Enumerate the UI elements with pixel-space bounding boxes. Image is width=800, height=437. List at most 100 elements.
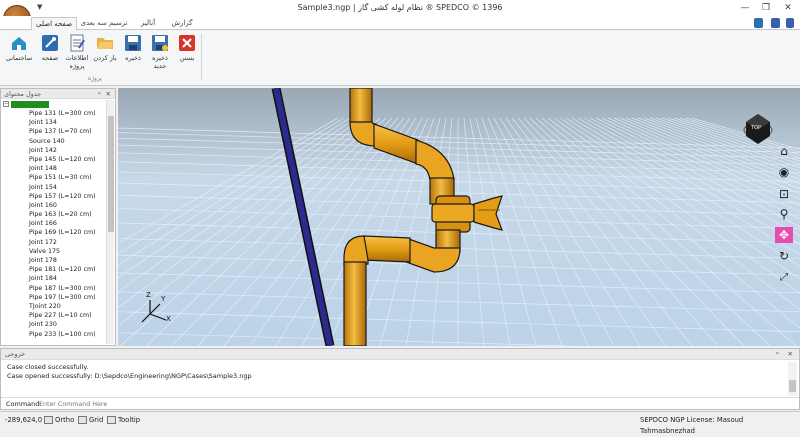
zoom-button[interactable]: ⚲	[775, 206, 793, 222]
tree-node[interactable]: Pipe 169 (L=120 cm)	[3, 228, 103, 237]
tree-panel-title: جدول محتوای	[4, 90, 42, 98]
output-line: Case opened successfully: D:\Sepdco\Engi…	[7, 372, 252, 380]
tab-analysis[interactable]: آنالیز	[131, 17, 165, 30]
collapse-icon[interactable]: −	[3, 101, 9, 107]
command-row: Command:	[1, 397, 799, 409]
3d-scene	[118, 88, 800, 346]
fit-extents-icon: ⤢	[780, 272, 788, 283]
home-icon: ⌂	[780, 144, 788, 158]
camera-button[interactable]: ◉	[775, 164, 793, 180]
output-panel: خروجی ᵖ ✕ Case closed successfully. Case…	[0, 348, 800, 410]
page-settings-icon	[41, 34, 59, 52]
tree-node[interactable]: Joint 230	[3, 320, 103, 329]
tree-node[interactable]: Pipe 197 (L=300 cm)	[3, 293, 103, 302]
tab-report[interactable]: گزارش	[166, 17, 198, 30]
tree-node[interactable]: Pipe 151 (L=30 cm)	[3, 173, 103, 182]
tooltip-toggle[interactable]: Tooltip	[107, 415, 140, 426]
tree-node[interactable]: Pipe 137 (L=70 cm)	[3, 127, 103, 136]
home-view-button[interactable]: ⌂	[775, 143, 793, 159]
close-icon[interactable]: ✕	[788, 349, 793, 360]
output-panel-header: خروجی ᵖ ✕	[1, 349, 799, 360]
building-icon	[10, 34, 28, 52]
pan-icon: ✥	[778, 228, 790, 242]
grid-toggle[interactable]: Grid	[78, 415, 103, 426]
close-project-button[interactable]: بستن	[174, 34, 200, 62]
manual-icon[interactable]	[771, 18, 780, 28]
tab-home[interactable]: صفحه اصلی	[31, 17, 77, 30]
pin-icon[interactable]: ᵖ	[776, 349, 779, 360]
project-tree: − نقشه سطحی Pipe 131 (L=300 cm) Joint 134 P…	[3, 100, 103, 339]
content-tree-panel: جدول محتوای ᵖ ✕ − نقشه سطحی Pipe 131 (L=3…	[0, 88, 116, 346]
zoom-window-button[interactable]: ⊡	[775, 186, 793, 202]
tree-node[interactable]: Joint 148	[3, 164, 103, 173]
tree-panel-header: جدول محتوای ᵖ ✕	[1, 89, 115, 99]
tree-node[interactable]: Joint 160	[3, 201, 103, 210]
rotate-button[interactable]: ↻	[775, 248, 793, 264]
ortho-toggle[interactable]: Ortho	[44, 415, 74, 426]
building-button[interactable]: ساختمانی	[5, 34, 33, 62]
project-info-icon	[68, 34, 86, 52]
close-project-icon	[178, 34, 196, 52]
command-label: Command:	[6, 400, 42, 408]
pin-icon[interactable]: ᵖ	[98, 89, 101, 99]
tree-node[interactable]: Joint 172	[3, 238, 103, 247]
tree-node[interactable]: Source 140	[3, 137, 103, 146]
ribbon-panel: ساختمانی صفحه اطلاعات پروژه باز کردن ذخی…	[0, 30, 800, 86]
command-input[interactable]	[39, 399, 779, 409]
tree-node[interactable]: Pipe 163 (L=20 cm)	[3, 210, 103, 219]
tree-node[interactable]: TJoint 220	[3, 302, 103, 311]
tree-node[interactable]: Valve 175	[3, 247, 103, 256]
info-icon[interactable]	[754, 18, 763, 28]
help-icon[interactable]	[786, 18, 794, 28]
fit-extents-button[interactable]: ⤢	[775, 270, 793, 286]
tree-root-label: نقشه سطحی	[11, 101, 49, 108]
tree-scrollbar[interactable]	[106, 100, 114, 344]
tree-node[interactable]: Joint 166	[3, 219, 103, 228]
tree-node[interactable]: Pipe 157 (L=120 cm)	[3, 192, 103, 201]
window-title: Sample3.ngp | نظام لوله کشی گاز ® SPEDCO…	[297, 3, 503, 12]
tree-node[interactable]: Pipe 181 (L=120 cm)	[3, 265, 103, 274]
camera-icon: ◉	[778, 165, 790, 179]
output-panel-title: خروجی	[5, 350, 26, 358]
tree-scroll-thumb[interactable]	[108, 116, 114, 232]
tree-node[interactable]: Pipe 233 (L=100 cm)	[3, 330, 103, 339]
nav-cube-label: TOP	[751, 125, 762, 131]
open-folder-icon	[96, 34, 114, 52]
close-window-button[interactable]: ✕	[778, 2, 798, 14]
rotate-icon: ↻	[778, 249, 790, 263]
close-icon[interactable]: ✕	[106, 89, 111, 99]
tab-3d-drawing[interactable]: ترسیم سه بعدی	[79, 17, 129, 30]
save-button[interactable]: ذخیره	[120, 34, 146, 62]
minimize-button[interactable]: —	[735, 2, 755, 14]
tree-root-node[interactable]: − نقشه سطحی	[3, 100, 103, 109]
tree-node[interactable]: Joint 134	[3, 118, 103, 127]
project-info-button[interactable]: اطلاعات پروژه	[64, 34, 90, 70]
save-as-icon	[151, 34, 169, 52]
ribbon-tab-bar: صفحه اصلی ترسیم سه بعدی آنالیز گزارش	[0, 16, 800, 30]
tree-node[interactable]: Joint 184	[3, 274, 103, 283]
output-line: Case closed successfully.	[7, 363, 89, 371]
ribbon-group-label: پروژه	[88, 75, 102, 82]
output-scroll-thumb[interactable]	[789, 380, 796, 392]
pan-button[interactable]: ✥	[775, 227, 793, 243]
tree-node[interactable]: Pipe 131 (L=300 cm)	[3, 109, 103, 118]
title-bar: ▼ Sample3.ngp | نظام لوله کشی گاز ® SPED…	[0, 0, 800, 16]
page-settings-button[interactable]: صفحه	[37, 34, 63, 62]
save-as-button[interactable]: ذخیره جدید	[147, 34, 173, 70]
axis-y-label: Y	[161, 295, 166, 303]
tree-node[interactable]: Pipe 187 (L=300 cm)	[3, 284, 103, 293]
tree-node[interactable]: Joint 178	[3, 256, 103, 265]
maximize-button[interactable]: ❐	[756, 2, 776, 14]
zoom-window-icon: ⊡	[778, 187, 790, 201]
tree-node[interactable]: Pipe 145 (L=120 cm)	[3, 155, 103, 164]
license-info: SEPDCO NGP License: Masoud Tahmasbnezhad	[640, 416, 744, 435]
tree-node[interactable]: Joint 142	[3, 146, 103, 155]
ribbon-group-divider	[201, 34, 202, 80]
output-scrollbar[interactable]	[788, 362, 797, 396]
tree-node[interactable]: Pipe 227 (L=10 cm)	[3, 311, 103, 320]
3d-viewport[interactable]: Z Y X TOP	[118, 88, 800, 346]
tooltip-icon	[107, 416, 116, 424]
open-button[interactable]: باز کردن	[92, 34, 118, 62]
status-bar: -289,624,0 Ortho Grid Tooltip SEPDCO NGP…	[0, 411, 800, 435]
tree-node[interactable]: Joint 154	[3, 183, 103, 192]
